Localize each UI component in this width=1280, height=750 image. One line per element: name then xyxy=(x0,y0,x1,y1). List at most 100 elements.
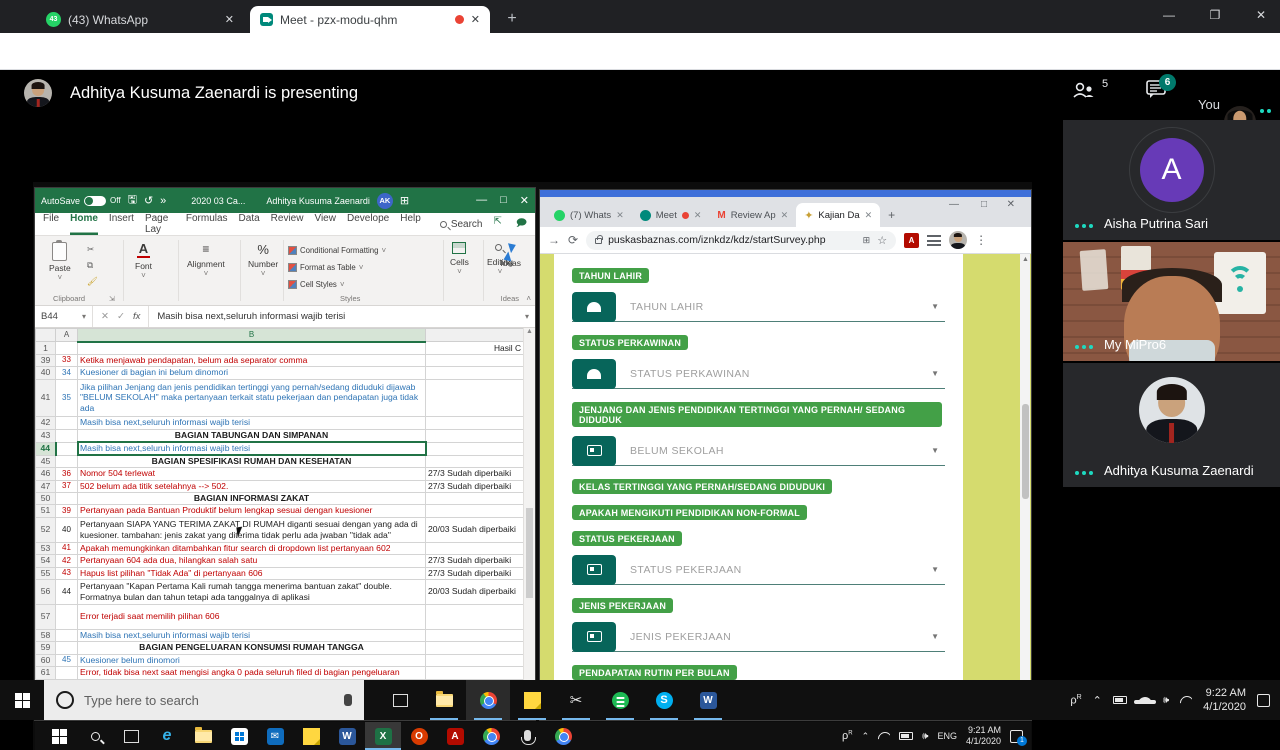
host-tray-chevron-icon[interactable]: ⌃ xyxy=(1093,694,1102,707)
cell-b[interactable]: Kuesioner belum dinomori xyxy=(78,654,426,666)
collapse-ribbon-icon[interactable]: ˄ xyxy=(526,294,531,303)
cell-a[interactable]: 45 xyxy=(56,654,78,666)
taskbar-icon-search[interactable] xyxy=(77,722,113,750)
cell-a[interactable]: 37 xyxy=(56,480,78,492)
taskbar-icon-store[interactable] xyxy=(221,722,257,750)
inner-forward-button[interactable]: → xyxy=(548,233,560,247)
excel-menu-view[interactable]: View xyxy=(314,213,336,235)
taskbar-icon-excel[interactable]: X xyxy=(365,722,401,750)
list-extension-icon[interactable] xyxy=(927,235,941,246)
cell-c[interactable] xyxy=(426,455,524,467)
row-number[interactable]: 46 xyxy=(36,467,56,480)
row-number[interactable]: 59 xyxy=(36,641,56,654)
cell-c[interactable] xyxy=(426,604,524,629)
cell-b[interactable]: 502 belum ada titik setelahnya --> 502. xyxy=(78,480,426,492)
form-select-field[interactable]: STATUS PERKAWINAN▼ xyxy=(572,359,945,389)
more-commands-icon[interactable]: » xyxy=(160,195,166,207)
excel-close-button[interactable]: ✕ xyxy=(520,194,529,207)
excel-menu-file[interactable]: File xyxy=(43,213,59,235)
formula-expand-icon[interactable]: ▾ xyxy=(525,312,535,321)
cell-c[interactable] xyxy=(426,379,524,416)
cancel-entry-icon[interactable]: ✕ xyxy=(101,311,109,322)
cell-a[interactable] xyxy=(56,442,78,455)
number-button[interactable]: %Number˅ xyxy=(248,242,278,278)
form-select-field[interactable]: TAHUN LAHIR▼ xyxy=(572,292,945,322)
browser-tab[interactable]: Meet - pzx-modu-qhm✕ xyxy=(250,6,490,33)
cell-c[interactable]: 27/3 Sudah diperbaiki xyxy=(426,467,524,480)
acrobat-extension-icon[interactable]: A xyxy=(904,233,919,248)
survey-browser-tab[interactable]: ✦Kajian Da✕ xyxy=(796,203,880,227)
tab-close-icon[interactable]: ✕ xyxy=(225,13,234,26)
row-number[interactable]: 54 xyxy=(36,554,56,567)
share-icon[interactable]: ⇱ xyxy=(494,216,502,233)
browser-tab[interactable]: 43(43) WhatsApp✕ xyxy=(36,6,244,33)
action-center-icon[interactable]: 1 xyxy=(1010,730,1023,743)
format-as-table-button[interactable]: Format as Table˅ xyxy=(288,261,438,274)
row-number[interactable]: 39 xyxy=(36,355,56,367)
row-number[interactable]: 45 xyxy=(36,455,56,467)
row-number[interactable]: 47 xyxy=(36,480,56,492)
taskbar-icon-chrome[interactable] xyxy=(473,722,509,750)
cell-a[interactable] xyxy=(56,492,78,504)
cut-icon[interactable]: ✂ xyxy=(87,244,98,255)
cell-a[interactable]: 33 xyxy=(56,355,78,367)
tray-chevron-icon[interactable]: ⌃ xyxy=(862,731,870,742)
excel-restore-button[interactable]: □ xyxy=(500,194,507,207)
excel-menu-formulas[interactable]: Formulas xyxy=(186,213,228,235)
inner-clock[interactable]: 9:21 AM4/1/2020 xyxy=(966,725,1001,748)
cell-a[interactable]: 41 xyxy=(56,542,78,554)
row-number[interactable]: 55 xyxy=(36,567,56,579)
excel-minimize-button[interactable]: — xyxy=(476,194,487,207)
excel-grid[interactable]: AB1Hasil C3933Ketika menjawab pendapatan… xyxy=(35,328,535,686)
row-number[interactable]: 44 xyxy=(36,442,56,455)
cell-c[interactable]: 20/03 Sudah diperbaiki xyxy=(426,579,524,604)
host-taskbar-icon-chrome[interactable] xyxy=(466,680,510,720)
cell-a[interactable]: 39 xyxy=(56,504,78,517)
taskbar-icon-mail[interactable]: ✉ xyxy=(257,722,293,750)
cell-b[interactable]: Pertanyaan SIAPA YANG TERIMA ZAKAT DI RU… xyxy=(78,517,426,542)
cell-a[interactable]: 34 xyxy=(56,366,78,379)
row-number[interactable]: 43 xyxy=(36,429,56,442)
alignment-button[interactable]: ≡Alignment˅ xyxy=(187,242,225,278)
formula-content[interactable]: Masih bisa next,seluruh informasi wajib … xyxy=(149,311,345,322)
excel-menu-insert[interactable]: Insert xyxy=(109,213,134,235)
inner-address-bar[interactable]: puskasbaznas.com/iznkdz/kdz/startSurvey.… xyxy=(586,231,896,250)
taskbar-icon-word[interactable]: W xyxy=(329,722,365,750)
cell-b[interactable]: Masih bisa next,seluruh informasi wajib … xyxy=(78,416,426,429)
cell-c1[interactable]: Hasil C xyxy=(426,342,524,355)
cell-a[interactable] xyxy=(56,666,78,679)
participant-tile[interactable]: AAisha Putrina Sari xyxy=(1063,120,1280,240)
cell-b[interactable]: Pertanyaan pada Bantuan Produktif belum … xyxy=(78,504,426,517)
host-clock[interactable]: 9:22 AM4/1/2020 xyxy=(1203,686,1246,715)
cell-c[interactable] xyxy=(426,416,524,429)
cell-b[interactable]: Masih bisa next,seluruh informasi wajib … xyxy=(78,629,426,641)
inner-close-button[interactable]: ✕ xyxy=(1007,199,1015,210)
excel-menu-help[interactable]: Help xyxy=(400,213,421,235)
cell-b1[interactable] xyxy=(78,342,426,355)
cell-a[interactable] xyxy=(56,641,78,654)
people-tray-icon[interactable]: ρR xyxy=(842,730,853,742)
host-taskbar-icon-explorer[interactable] xyxy=(422,680,466,720)
wifi-icon[interactable] xyxy=(878,732,890,741)
window-restore-button[interactable]: ❐ xyxy=(1198,0,1232,30)
host-taskbar-icon-snip[interactable]: ✂ xyxy=(554,680,598,720)
cell-c[interactable]: 27/3 Sudah diperbaiki xyxy=(426,480,524,492)
cell-c[interactable] xyxy=(426,429,524,442)
host-action-center-icon[interactable] xyxy=(1257,694,1270,707)
host-wifi-icon[interactable] xyxy=(1180,696,1192,705)
inner-new-tab-button[interactable]: + xyxy=(888,208,895,222)
taskbar-icon-explorer[interactable] xyxy=(185,722,221,750)
translate-icon[interactable]: ⊞ xyxy=(863,235,871,246)
form-select-field[interactable]: STATUS PEKERJAAN▼ xyxy=(572,555,945,585)
clipboard-dialog-launcher[interactable]: ⇲ xyxy=(109,295,115,303)
taskbar-search-box[interactable]: Type here to search xyxy=(44,680,364,720)
cell-c[interactable] xyxy=(426,666,524,679)
cell-b[interactable]: Hapus list pilihan "Tidak Ada" di pertan… xyxy=(78,567,426,579)
paste-button[interactable]: Paste˅ xyxy=(49,242,71,282)
cell-a[interactable] xyxy=(56,416,78,429)
format-painter-icon[interactable]: 🖌 xyxy=(87,276,98,287)
copy-icon[interactable]: ⧉ xyxy=(87,260,98,271)
cell-a[interactable]: 35 xyxy=(56,379,78,416)
cell-b[interactable]: BAGIAN TABUNGAN DAN SIMPANAN xyxy=(78,429,426,442)
cell-a1[interactable] xyxy=(56,342,78,355)
